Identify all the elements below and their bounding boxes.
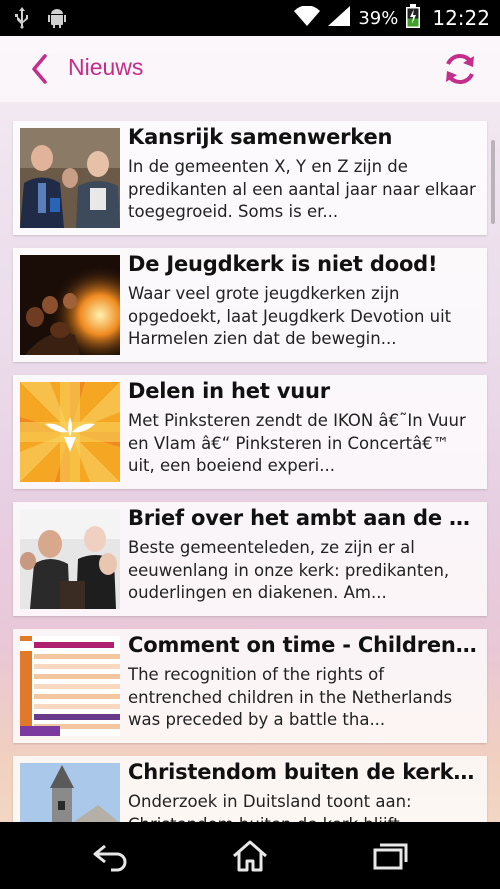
app-bar: Nieuws <box>0 36 500 102</box>
news-item[interactable]: Christendom buiten de kerk h... Onderzoe… <box>13 756 487 822</box>
refresh-icon[interactable] <box>441 50 479 88</box>
page-title: Nieuws <box>68 54 144 80</box>
article-title: De Jeugdkerk is niet dood! <box>128 252 438 276</box>
scrollbar[interactable] <box>491 140 495 224</box>
article-excerpt: In de gemeenten X, Y en Z zijn de predik… <box>128 157 476 221</box>
app-screen: Nieuws Kansrijk samenwerken In de gemeen… <box>0 36 500 822</box>
article-title: Christendom buiten de kerk h... <box>128 760 480 784</box>
article-excerpt: The recognition of the rights of entrenc… <box>128 665 453 729</box>
article-excerpt: Waar veel grote jeugdkerken zijn opgedoe… <box>128 284 452 348</box>
news-item[interactable]: Delen in het vuur Met Pinksteren zendt d… <box>13 375 487 489</box>
article-thumbnail <box>20 255 120 355</box>
usb-icon <box>14 7 30 33</box>
back-icon[interactable] <box>91 840 131 872</box>
status-bar: 39% 12:22 <box>0 0 500 36</box>
article-title: Kansrijk samenwerken <box>128 125 393 149</box>
news-item[interactable]: Comment on time - Children'... The recog… <box>13 629 487 743</box>
navigation-bar <box>0 822 500 889</box>
article-thumbnail <box>20 636 120 736</box>
article-title: Comment on time - Children'... <box>128 633 480 657</box>
article-excerpt: Onderzoek in Duitsland toont aan: Christ… <box>128 792 415 822</box>
article-title: Brief over het ambt aan de ge... <box>128 506 480 530</box>
article-excerpt: Met Pinksteren zendt de IKON â€˜In Vuur … <box>128 411 466 475</box>
recent-apps-icon[interactable] <box>370 840 410 872</box>
wifi-icon <box>294 5 321 30</box>
chevron-left-icon[interactable] <box>28 52 52 86</box>
news-item[interactable]: Brief over het ambt aan de ge... Beste g… <box>13 502 487 616</box>
news-item[interactable]: De Jeugdkerk is niet dood! Waar veel gro… <box>13 248 487 362</box>
battery-charging-icon <box>406 4 421 32</box>
article-thumbnail <box>20 763 120 822</box>
signal-icon <box>328 6 351 30</box>
article-thumbnail <box>20 509 120 609</box>
news-item[interactable]: Kansrijk samenwerken In de gemeenten X, … <box>13 121 487 235</box>
article-excerpt: Beste gemeenteleden, ze zijn er al eeuwe… <box>128 538 450 602</box>
article-thumbnail <box>20 382 120 482</box>
android-icon <box>46 7 68 33</box>
article-thumbnail <box>20 128 120 228</box>
battery-percent: 39% <box>358 7 399 29</box>
news-list: Kansrijk samenwerken In de gemeenten X, … <box>0 102 500 822</box>
clock: 12:22 <box>432 6 490 30</box>
article-title: Delen in het vuur <box>128 379 330 403</box>
home-icon[interactable] <box>230 840 270 872</box>
